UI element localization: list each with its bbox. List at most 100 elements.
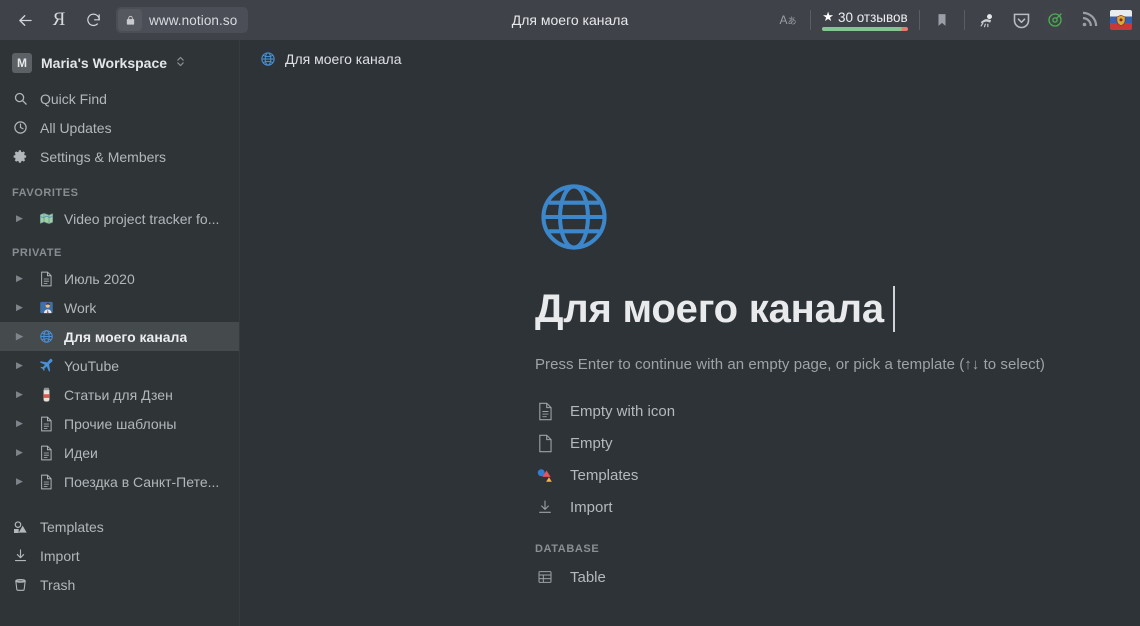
sidebar-page-label: Work	[64, 299, 97, 316]
document-lines-icon	[37, 474, 55, 490]
sidebar-item-settings-members[interactable]: Settings & Members	[0, 142, 239, 171]
sidebar-item-quick-find[interactable]: Quick Find	[0, 84, 239, 113]
template-option-label: Import	[570, 498, 613, 516]
page-hint-text: Press Enter to continue with an empty pa…	[535, 356, 1045, 373]
chevron-right-icon[interactable]: ▶	[16, 214, 28, 223]
globe-icon	[260, 51, 276, 67]
sidebar-page-label: Video project tracker fo...	[64, 210, 220, 227]
chevron-updown-icon	[176, 55, 185, 71]
gear-icon	[12, 149, 28, 164]
chevron-right-icon[interactable]: ▶	[16, 332, 28, 341]
import-icon	[12, 548, 28, 563]
sidebar-item-trash[interactable]: Trash	[0, 570, 239, 599]
template-option-templates[interactable]: Templates	[535, 459, 1140, 491]
document-lines-icon	[37, 416, 55, 432]
reload-button[interactable]	[76, 5, 110, 35]
adblock-icon[interactable]	[970, 0, 1004, 40]
database-section-label: DATABASE	[535, 543, 600, 555]
sidebar-page-video-project-tracker[interactable]: ▶ Video project tracker fo...	[0, 204, 239, 233]
sidebar-page-statyi-dlya-dzen[interactable]: ▶ Статьи для Дзен	[0, 380, 239, 409]
favorites-section-label: FAVORITES	[12, 187, 79, 199]
template-options-list: Empty with icon Empty Templates Import D…	[535, 395, 1140, 593]
workspace-switcher[interactable]: M Maria's Workspace	[0, 46, 239, 80]
sidebar-page-july-2020[interactable]: ▶ Июль 2020	[0, 264, 239, 293]
sidebar-page-prochie-shablony[interactable]: ▶ Прочие шаблоны	[0, 409, 239, 438]
database-option-label: Table	[570, 568, 606, 586]
sidebar-item-label: Settings & Members	[40, 148, 167, 165]
chevron-right-icon[interactable]: ▶	[16, 448, 28, 457]
sidebar-item-all-updates[interactable]: All Updates	[0, 113, 239, 142]
map-emoji-icon	[37, 211, 55, 226]
breadcrumb: Для моего канала	[240, 40, 1140, 78]
russia-emblem-icon[interactable]	[1106, 0, 1140, 40]
page-title-row[interactable]: Для моего канала	[535, 280, 1140, 338]
translate-icon[interactable]: Aあ	[771, 0, 805, 40]
sidebar-page-label: Статьи для Дзен	[64, 386, 173, 403]
workspace-avatar: M	[12, 53, 32, 73]
sidebar-page-label: YouTube	[64, 357, 120, 374]
chevron-right-icon[interactable]: ▶	[16, 419, 28, 428]
document-lines-icon	[535, 402, 555, 421]
document-lines-icon	[37, 445, 55, 461]
airplane-emoji-icon	[37, 358, 55, 374]
toolbar-separator	[919, 10, 920, 30]
notion-app: M Maria's Workspace Quick Find All Updat…	[0, 40, 1140, 626]
chevron-right-icon[interactable]: ▶	[16, 361, 28, 370]
text-cursor	[892, 286, 895, 332]
template-option-empty[interactable]: Empty	[535, 427, 1140, 459]
reviews-rating-fill	[822, 27, 902, 31]
page-body: Для моего канала Press Enter to continue…	[240, 78, 1140, 593]
back-button[interactable]	[8, 5, 42, 35]
sidebar-page-label: Поездка в Санкт-Пете...	[64, 473, 220, 490]
document-lines-icon	[37, 271, 55, 287]
sidebar-item-label: Trash	[40, 576, 76, 593]
chevron-right-icon[interactable]: ▶	[16, 274, 28, 283]
url-text[interactable]: www.notion.so	[142, 13, 246, 28]
template-option-label: Templates	[570, 466, 639, 484]
star-icon: ★	[822, 9, 834, 24]
rss-icon[interactable]	[1072, 0, 1106, 40]
chevron-right-icon[interactable]: ▶	[16, 477, 28, 486]
sidebar-page-label: Июль 2020	[64, 270, 135, 287]
green-circle-icon[interactable]	[1038, 0, 1072, 40]
sidebar-page-label: Для моего канала	[64, 328, 188, 345]
browser-toolbar: Я www.notion.so Для моего канала Aあ ★ 30…	[0, 0, 1140, 40]
template-option-empty-with-icon[interactable]: Empty with icon	[535, 395, 1140, 427]
sidebar-page-idei[interactable]: ▶ Идеи	[0, 438, 239, 467]
table-icon	[535, 569, 555, 585]
template-option-import[interactable]: Import	[535, 491, 1140, 523]
database-option-table[interactable]: Table	[535, 561, 1140, 593]
toolbar-separator	[810, 10, 811, 30]
bookmark-icon[interactable]	[925, 0, 959, 40]
address-bar[interactable]: www.notion.so	[116, 7, 249, 33]
globe-icon	[37, 329, 55, 344]
sidebar-page-poezdka-v-sankt-peterburg[interactable]: ▶ Поездка в Санкт-Пете...	[0, 467, 239, 496]
chevron-right-icon[interactable]: ▶	[16, 390, 28, 399]
templates-color-icon	[535, 466, 555, 484]
document-blank-icon	[535, 434, 555, 453]
page-title[interactable]: Для моего канала	[535, 287, 884, 332]
template-option-label: Empty with icon	[570, 402, 676, 420]
yandex-home-button[interactable]: Я	[42, 5, 76, 35]
sidebar-item-templates[interactable]: Templates	[0, 512, 239, 541]
sidebar-page-dlya-moego-kanala[interactable]: ▶ Для моего канала	[0, 322, 239, 351]
reviews-badge[interactable]: ★ 30 отзывов	[816, 0, 914, 40]
chevron-right-icon[interactable]: ▶	[16, 303, 28, 312]
sidebar-page-label: Прочие шаблоны	[64, 415, 177, 432]
breadcrumb-label[interactable]: Для моего канала	[285, 51, 401, 67]
page-globe-icon[interactable]	[535, 178, 613, 256]
jar-emoji-icon	[37, 387, 55, 403]
workspace-name: Maria's Workspace	[41, 55, 168, 71]
sidebar-page-youtube[interactable]: ▶ YouTube	[0, 351, 239, 380]
pocket-icon[interactable]	[1004, 0, 1038, 40]
office-worker-emoji-icon	[37, 300, 55, 315]
browser-toolbar-right: Aあ ★ 30 отзывов	[771, 0, 1140, 40]
private-section-label: PRIVATE	[12, 247, 62, 259]
sidebar-item-label: All Updates	[40, 119, 112, 136]
reviews-count-label: 30 отзывов	[837, 9, 908, 25]
templates-icon	[12, 519, 28, 535]
sidebar-item-label: Quick Find	[40, 90, 107, 107]
sidebar-item-import[interactable]: Import	[0, 541, 239, 570]
sidebar-page-work[interactable]: ▶ Work	[0, 293, 239, 322]
sidebar-item-label: Templates	[40, 518, 104, 535]
